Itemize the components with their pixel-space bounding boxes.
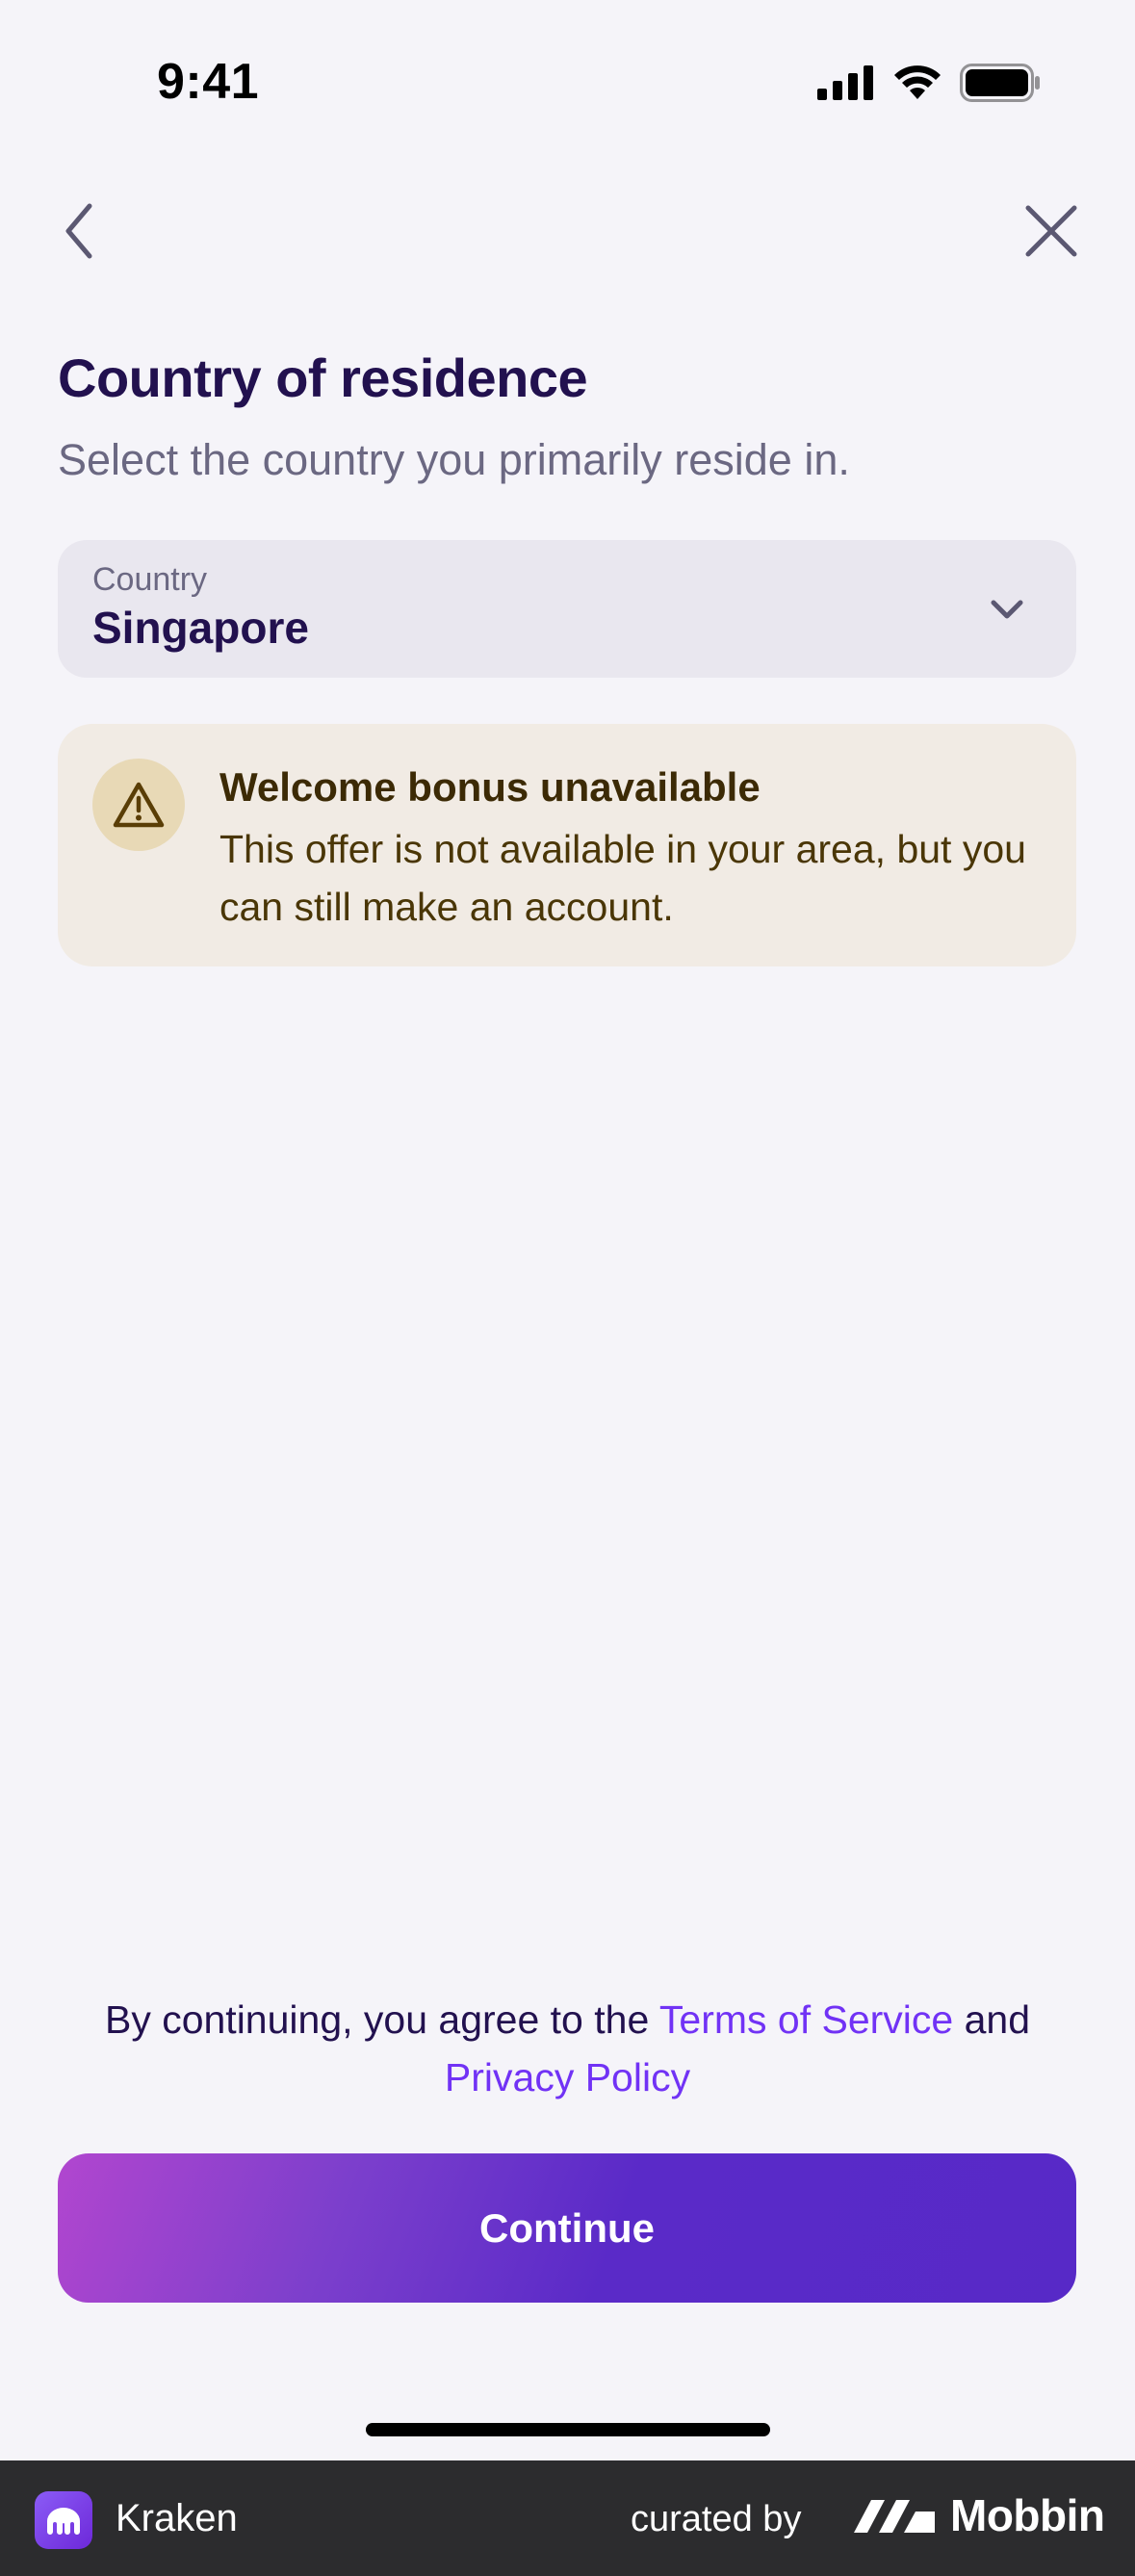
status-bar: 9:41 — [0, 0, 1135, 164]
cellular-signal-icon — [817, 65, 875, 105]
page-subtitle: Select the country you primarily reside … — [58, 435, 850, 484]
brand-name: Mobbin — [950, 2490, 1105, 2540]
warning-triangle-icon — [113, 782, 165, 828]
continue-button[interactable]: Continue — [58, 2153, 1076, 2303]
alert-title: Welcome bonus unavailable — [219, 764, 761, 810]
kraken-app-icon — [35, 2491, 92, 2549]
home-indicator — [366, 2423, 770, 2436]
wifi-icon — [892, 64, 942, 106]
alert-icon-badge — [92, 759, 185, 851]
curated-by-label: curated by — [631, 2499, 802, 2539]
screen: 9:41 Country of residence Select the cou… — [0, 0, 1135, 2576]
welcome-bonus-alert: Welcome bonus unavailable This offer is … — [58, 724, 1076, 966]
mobbin-logo: Mobbin — [852, 2489, 1105, 2541]
close-icon — [1025, 205, 1077, 257]
country-select-value: Singapore — [92, 603, 309, 653]
legal-connector: and — [953, 1997, 1031, 2042]
chevron-left-icon — [65, 203, 92, 259]
status-time: 9:41 — [157, 54, 260, 110]
battery-icon — [960, 64, 1041, 107]
app-name: Kraken — [116, 2497, 238, 2539]
terms-of-service-link[interactable]: Terms of Service — [659, 1997, 953, 2042]
legal-prefix: By continuing, you agree to the — [104, 1997, 659, 2042]
branding-bar: Kraken curated by Mobbin — [0, 2460, 1135, 2576]
page-title: Country of residence — [58, 348, 588, 408]
privacy-policy-link[interactable]: Privacy Policy — [445, 2055, 690, 2099]
close-button[interactable] — [1018, 197, 1085, 265]
status-icons — [817, 64, 1041, 107]
legal-notice: By continuing, you agree to the Terms of… — [0, 1991, 1135, 2106]
mobbin-mark-icon — [854, 2500, 935, 2533]
alert-body: This offer is not available in your area… — [219, 827, 1026, 929]
chevron-down-icon — [991, 600, 1023, 619]
country-select[interactable]: Country Singapore — [58, 540, 1076, 678]
back-button[interactable] — [50, 193, 108, 270]
country-select-label: Country — [92, 561, 208, 598]
